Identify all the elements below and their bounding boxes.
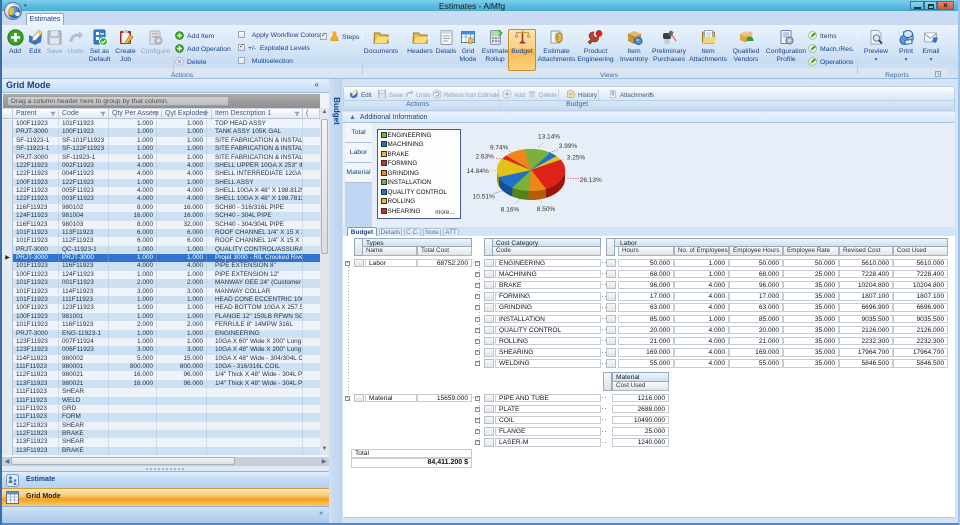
svg-text:26.13%: 26.13%: [580, 177, 602, 184]
svg-text:8.50%: 8.50%: [537, 206, 556, 213]
svg-text:10.51%: 10.51%: [473, 194, 495, 201]
svg-text:14.84%: 14.84%: [467, 168, 489, 175]
svg-text:13.14%: 13.14%: [538, 134, 560, 141]
svg-text:3.25%: 3.25%: [567, 155, 586, 162]
svg-text:2.63%: 2.63%: [475, 153, 494, 160]
svg-text:9.74%: 9.74%: [490, 144, 509, 151]
svg-text:8.16%: 8.16%: [501, 207, 520, 214]
svg-text:3.99%: 3.99%: [559, 143, 578, 150]
